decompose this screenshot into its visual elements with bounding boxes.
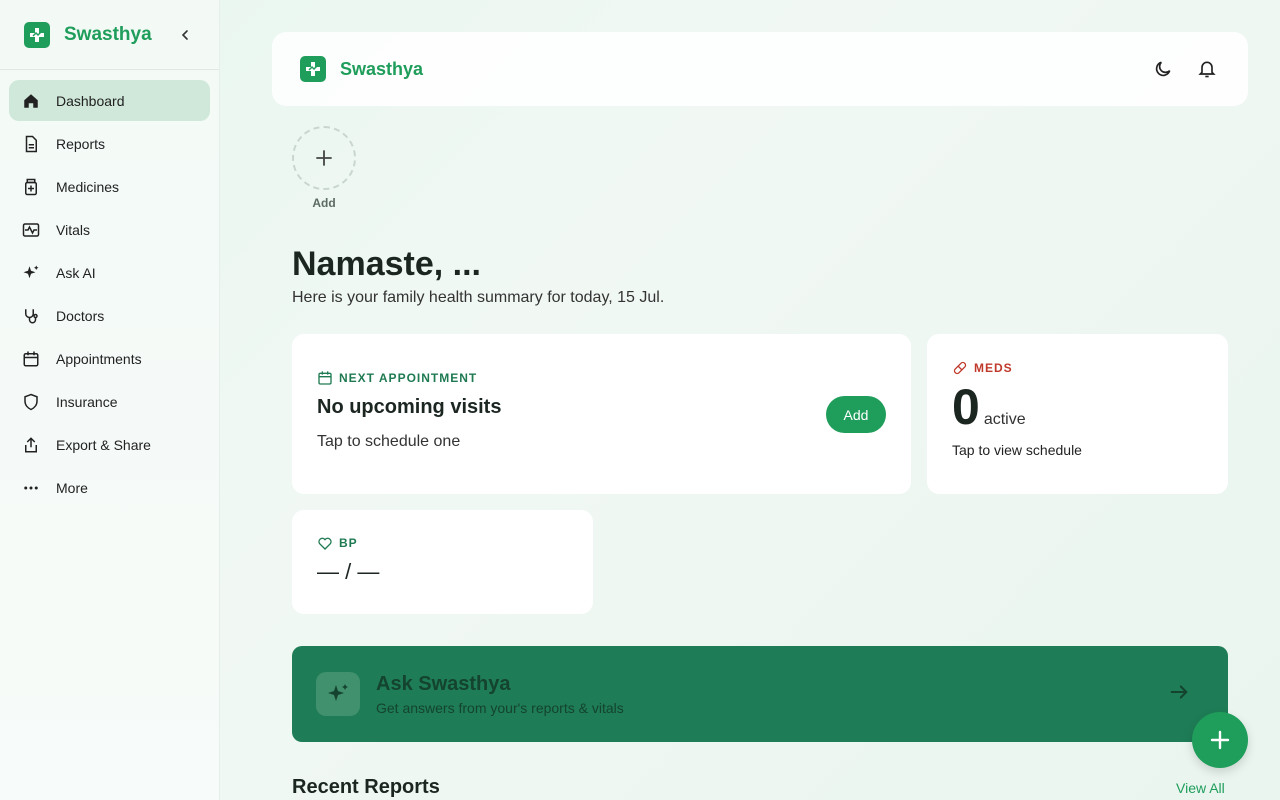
add-member-button[interactable] [292, 126, 356, 190]
sidebar-nav: Dashboard Reports Medicines Vitals Ask A… [0, 70, 219, 520]
add-member-label: Add [312, 196, 336, 210]
appointment-subtitle: Tap to schedule one [317, 433, 461, 450]
moon-icon [1155, 61, 1171, 77]
recent-reports-title: Recent Reports [292, 776, 440, 798]
add-appointment-button[interactable]: Add [826, 396, 886, 433]
ask-subtitle: Get answers from your's reports & vitals [376, 699, 624, 716]
share-icon [25, 436, 37, 452]
bp-value: — / — [317, 559, 380, 584]
meds-card[interactable]: Meds 0 active Tap to view schedule [927, 334, 1228, 494]
meds-tag-label: Meds [974, 361, 1013, 375]
sidebar-item-medicines[interactable]: Medicines [9, 166, 210, 207]
heart-icon [318, 537, 332, 550]
sparkles-icon [23, 265, 39, 278]
sidebar-item-label: Insurance [56, 393, 118, 410]
bp-card[interactable]: BP — / — [292, 510, 593, 614]
sidebar: Swasthya Dashboard Reports Medicines Vit… [0, 0, 220, 800]
file-icon [25, 135, 37, 152]
header-title: Swasthya [340, 58, 424, 79]
calendar-icon [318, 371, 332, 385]
sidebar-item-label: Reports [56, 135, 106, 152]
bp-tag-label: BP [339, 536, 358, 550]
sidebar-brand: Swasthya [0, 0, 219, 70]
pill-box-icon [25, 178, 37, 195]
sidebar-item-label: More [56, 479, 88, 496]
sparkles-icon [316, 672, 360, 716]
app-logo-icon [300, 56, 326, 82]
appointment-tag-label: Next Appointment [339, 371, 478, 385]
sidebar-item-doctors[interactable]: Doctors [9, 295, 210, 336]
app-name: Swasthya [64, 23, 152, 45]
sidebar-item-dashboard[interactable]: Dashboard [9, 80, 210, 121]
view-all-reports-link[interactable]: View All [1176, 780, 1225, 796]
sidebar-item-label: Ask AI [56, 264, 96, 281]
sidebar-item-label: Medicines [56, 178, 120, 195]
pulse-icon [22, 222, 40, 237]
appointment-tag: Next Appointment [317, 370, 886, 386]
sidebar-item-insurance[interactable]: Insurance [9, 381, 210, 422]
next-appointment-card[interactable]: Next Appointment No upcoming visits Tap … [292, 334, 911, 494]
appointment-title: No upcoming visits [317, 396, 502, 418]
arrow-right-icon [1168, 681, 1190, 708]
top-header: Swasthya [272, 32, 1248, 106]
sidebar-item-label: Dashboard [56, 92, 125, 109]
sidebar-item-label: Export & Share [56, 436, 151, 453]
stethoscope-icon [25, 308, 38, 323]
greeting-subtitle: Here is your family health summary for t… [292, 289, 665, 306]
meds-tag: Meds [952, 360, 1203, 376]
bell-icon [1198, 61, 1216, 78]
meds-note: Tap to view schedule [952, 442, 1082, 458]
collapse-sidebar-icon[interactable] [175, 25, 195, 45]
sidebar-item-ask-ai[interactable]: Ask AI [9, 252, 210, 293]
plus-icon [1210, 730, 1230, 750]
sidebar-item-label: Doctors [56, 307, 105, 324]
greeting-title: Namaste, ... [292, 245, 481, 283]
plus-icon [316, 150, 332, 166]
app-logo-icon [24, 21, 50, 48]
pill-icon [953, 361, 967, 375]
sidebar-item-reports[interactable]: Reports [9, 123, 210, 164]
sidebar-item-vitals[interactable]: Vitals [9, 209, 210, 250]
shield-icon [24, 393, 38, 410]
sidebar-item-export-share[interactable]: Export & Share [9, 424, 210, 465]
ask-title: Ask Swasthya [376, 672, 511, 695]
meds-unit: active [983, 411, 1026, 428]
sidebar-item-label: Vitals [56, 221, 90, 238]
add-family-member[interactable]: Add [292, 126, 356, 210]
dark-mode-toggle[interactable] [1150, 56, 1176, 82]
bp-tag: BP [317, 535, 568, 551]
sidebar-item-appointments[interactable]: Appointments [9, 338, 210, 379]
more-icon [24, 486, 38, 489]
quick-add-button[interactable] [1192, 712, 1248, 768]
meds-count: 0 [952, 379, 980, 435]
sidebar-item-label: Appointments [56, 350, 142, 367]
sidebar-item-more[interactable]: More [9, 467, 210, 508]
calendar-icon [23, 351, 39, 366]
home-icon [24, 93, 38, 108]
notifications-button[interactable] [1194, 56, 1220, 82]
ask-swasthya-banner[interactable]: Ask Swasthya Get answers from your's rep… [292, 646, 1228, 742]
